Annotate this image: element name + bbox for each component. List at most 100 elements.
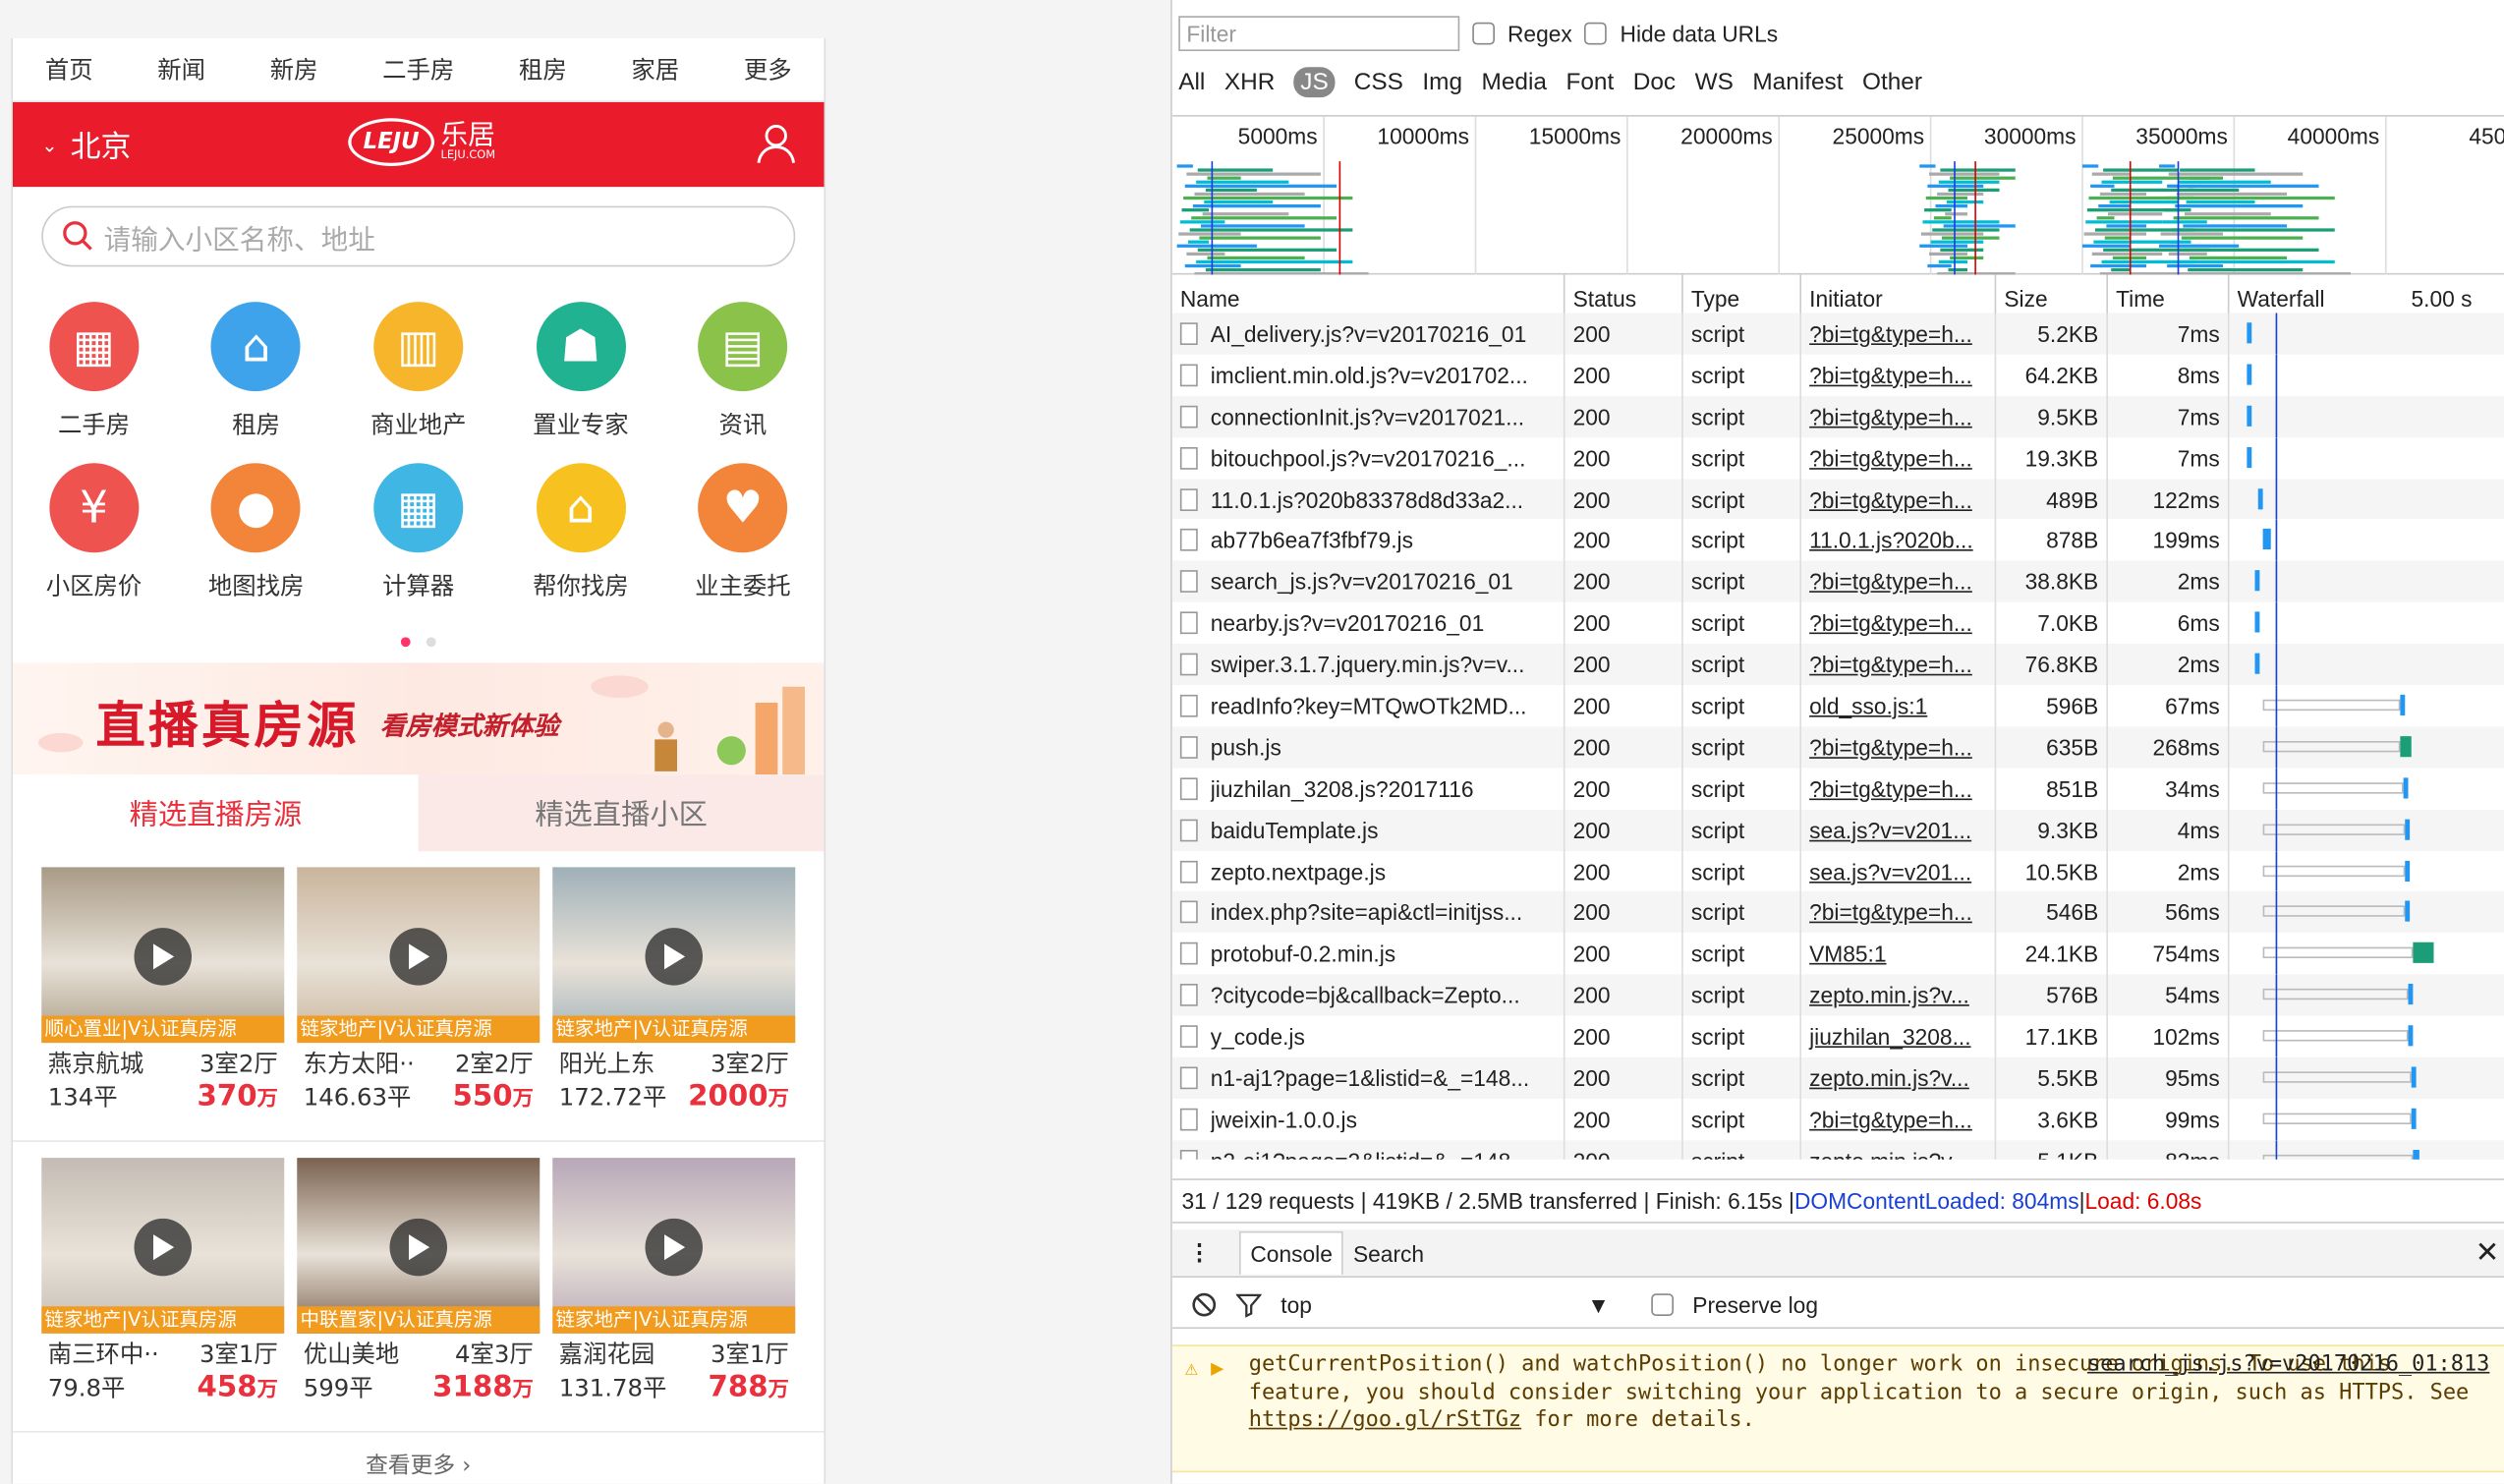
hide-data-urls-checkbox[interactable] [1584,22,1608,45]
request-row[interactable]: y_code.js 200 script jiuzhilan_3208... 17.1K… [1172,1015,2504,1057]
initiator-link[interactable]: ?bi=tg&type=h... [1809,404,1972,429]
type-filter-font[interactable]: Font [1565,69,1614,96]
request-row[interactable]: n1-aj1?page=1&listid=&_=148... 200 script z… [1171,1056,2504,1099]
request-row[interactable]: push.js 200 script ?bi=tg&type=h... 635B 268m… [1171,726,2504,769]
close-icon[interactable]: ✕ [2476,1236,2504,1270]
context-selector[interactable]: top [1280,1291,1568,1317]
initiator-link[interactable]: sea.js?v=v201... [1809,858,1971,884]
type-filter-img[interactable]: Img [1422,69,1462,96]
initiator-link[interactable]: VM85:1 [1809,942,1886,967]
listing-card[interactable]: 链家地产|V认证真房源 阳光上东 3室2厅 172.72平 2000万 [552,867,796,1113]
live-banner[interactable]: 直播真房源 看房模式新体验 [13,662,825,775]
request-row[interactable]: search_js.js?v=v20170216_01 200 script ?bi=… [1171,560,2504,603]
type-filter-doc[interactable]: Doc [1633,69,1676,96]
tab-live-listings[interactable]: 精选直播房源 [13,774,419,852]
request-row[interactable]: nearby.js?v=v20170216_01 200 script ?bi=tg&… [1172,602,2504,645]
request-row[interactable]: swiper.3.1.7.jquery.min.js?v=v... 200 scri… [1171,644,2504,686]
category-price-tag[interactable]: ¥ 小区房价 [13,463,175,601]
type-filter-js[interactable]: JS [1293,67,1336,98]
initiator-link[interactable]: sea.js?v=v201... [1809,817,1971,842]
context-dropdown-icon[interactable]: ▼ [1587,1291,1610,1317]
category-map-pin[interactable]: ● 地图找房 [175,463,337,601]
warning-link[interactable]: https://goo.gl/rStTGz [1249,1407,1521,1433]
category-building[interactable]: ▦ 二手房 [13,302,175,440]
nav-item-news[interactable]: 新闻 [151,53,212,86]
initiator-link[interactable]: 11.0.1.js?020b... [1809,528,1973,553]
category-badge[interactable]: ☗ 置业专家 [499,302,661,440]
dot[interactable] [426,637,436,648]
play-icon[interactable] [645,1218,703,1277]
search-input[interactable]: 请输入小区名称、地址 [41,205,796,267]
listing-card[interactable]: 顺心置业|V认证真房源 燕京航城 3室2厅 134平 370万 [41,867,285,1113]
play-icon[interactable] [645,928,703,986]
view-more-link[interactable]: 查看更多 › [13,1449,825,1481]
request-row[interactable]: ?citycode=bj&callback=Zepto... 200 script z… [1171,974,2504,1016]
initiator-link[interactable]: ?bi=tg&type=h... [1809,445,1972,471]
dot-active[interactable] [400,637,411,648]
request-row[interactable]: protobuf-0.2.min.js 200 script VM85:1 24.1KB… [1172,933,2504,975]
listing-card[interactable]: 链家地产|V认证真房源 东方太阳·· 2室2厅 146.63平 550万 [297,867,541,1113]
nav-item-resale[interactable]: 二手房 [376,53,461,86]
initiator-link[interactable]: jiuzhilan_3208... [1809,1024,1970,1050]
user-icon[interactable] [757,123,796,171]
type-filter-manifest[interactable]: Manifest [1752,69,1843,96]
drawer-menu-icon[interactable]: ⋮ [1172,1239,1226,1267]
request-row[interactable]: readInfo?key=MTQwOTk2MD... 200 script old_s… [1172,685,2504,727]
regex-checkbox[interactable] [1472,22,1495,45]
initiator-link[interactable]: old_sso.js:1 [1809,693,1927,718]
listing-card[interactable]: 链家地产|V认证真房源 嘉润花园 3室1厅 131.78平 788万 [552,1158,796,1403]
play-icon[interactable] [134,928,192,986]
type-filter-media[interactable]: Media [1482,69,1547,96]
initiator-link[interactable]: zepto.min.js?v... [1809,983,1969,1008]
initiator-link[interactable]: ?bi=tg&type=h... [1809,321,1972,347]
initiator-link[interactable]: ?bi=tg&type=h... [1809,775,1972,801]
initiator-link[interactable]: ?bi=tg&type=h... [1809,610,1972,636]
tab-console[interactable]: Console [1239,1230,1344,1275]
tab-live-communities[interactable]: 精选直播小区 [418,774,825,852]
network-overview[interactable]: 5000ms 10000ms 15000ms 20000ms 25000ms 30000m… [1171,115,2504,277]
tab-search[interactable]: Search [1343,1240,1434,1266]
filter-input[interactable]: Filter [1178,16,1460,51]
category-office-building[interactable]: ▥ 商业地产 [337,302,499,440]
category-owner-heart[interactable]: ♥ 业主委托 [661,463,824,601]
initiator-link[interactable]: ?bi=tg&type=h... [1809,569,1972,595]
city-selector[interactable]: ⌄ 北京 [41,123,131,166]
initiator-link[interactable]: ?bi=tg&type=h... [1809,363,1972,388]
category-house-search[interactable]: ⌂ 帮你找房 [499,463,661,601]
request-row[interactable]: AI_delivery.js?v=v20170216_01 200 script ?b… [1171,313,2504,355]
nav-item-rent[interactable]: 租房 [512,53,573,86]
nav-item-home-decor[interactable]: 家居 [625,53,686,86]
nav-item-new-homes[interactable]: 新房 [263,53,324,86]
request-row[interactable]: bitouchpool.js?v=v20170216_... 200 script?… [1172,436,2504,479]
request-row[interactable]: jiuzhilan_3208.js?2017116 200 script ?bi=tg… [1172,768,2504,810]
leju-logo[interactable]: LEJU 乐居 LEJU.COM [348,118,495,166]
type-filter-all[interactable]: All [1178,69,1205,96]
request-row[interactable]: index.php?site=api&ctl=initjss... 200 scri… [1171,891,2504,934]
nav-item-home[interactable]: 首页 [38,53,99,86]
type-filter-xhr[interactable]: XHR [1224,69,1275,96]
initiator-link[interactable]: ?bi=tg&type=h... [1809,900,1972,926]
request-row[interactable]: n2-aj1?page=2&listid=&_=148... 200scriptz… [1171,1139,2504,1160]
request-row[interactable]: connectionInit.js?v=v2017021... 200 script… [1171,395,2504,437]
initiator-link[interactable]: ?bi=tg&type=h... [1809,734,1972,760]
initiator-link[interactable]: ?bi=tg&type=h... [1809,486,1972,512]
request-row[interactable]: ab77b6ea7f3fbf79.js 200 script 11.0.1.js?02… [1172,519,2504,561]
play-icon[interactable] [389,928,447,986]
initiator-link[interactable]: zepto.min.js?v... [1809,1148,1969,1160]
initiator-link[interactable]: ?bi=tg&type=h... [1809,652,1972,677]
preserve-log-checkbox[interactable] [1651,1292,1674,1316]
play-icon[interactable] [389,1218,447,1277]
type-filter-css[interactable]: CSS [1354,69,1403,96]
listing-card[interactable]: 中联置家|V认证真房源 优山美地 4室3厅 599平 3188万 [297,1158,541,1403]
filter-icon[interactable] [1235,1291,1262,1317]
type-filter-ws[interactable]: WS [1695,69,1734,96]
clear-console-icon[interactable] [1191,1291,1217,1317]
request-row[interactable]: 11.0.1.js?020b83378d8d33a2... 200 script ?b… [1171,478,2504,520]
category-calculator[interactable]: ▦ 计算器 [337,463,499,601]
listing-card[interactable]: 链家地产|V认证真房源 南三环中·· 3室1厅 79.8平 458万 [41,1158,285,1403]
request-row[interactable]: zepto.nextpage.js 200 script sea.js?v=v201.… [1172,850,2504,892]
request-row[interactable]: imclient.min.old.js?v=v201702... 200 scrip… [1172,354,2504,396]
request-row[interactable]: baiduTemplate.js 200 script sea.js?v=v201..… [1171,809,2504,851]
play-icon[interactable] [134,1218,192,1277]
category-house[interactable]: ⌂ 租房 [175,302,337,440]
